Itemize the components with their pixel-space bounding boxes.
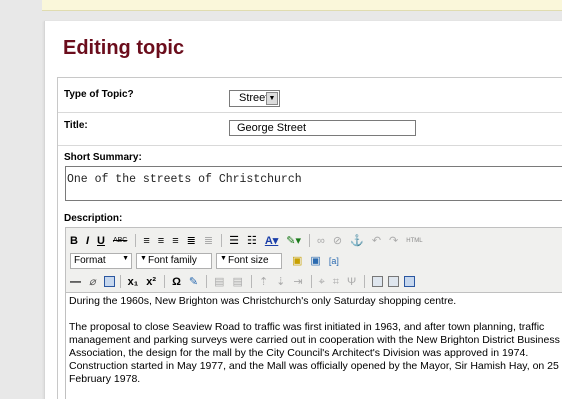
anchor-icon[interactable]: ⚓ [350, 234, 364, 248]
delete-table-icon[interactable]: Ψ [347, 275, 356, 289]
link-icon[interactable]: ∞ [317, 234, 325, 248]
remove-format-icon[interactable]: ⌀ [89, 275, 96, 289]
bold-button[interactable]: B [70, 234, 78, 248]
outdent-icon[interactable]: ≣ [204, 234, 213, 248]
visual-aid-icon[interactable] [103, 276, 115, 287]
font-size-select[interactable]: ▼ Font size [216, 252, 282, 269]
toolbar-divider [309, 234, 311, 247]
editor-content[interactable]: During the 1960s, New Brighton was Chris… [66, 292, 562, 399]
toolbar-divider [206, 275, 208, 288]
description-paragraph: The proposal to close Seaview Road to tr… [69, 321, 560, 385]
select-all-icon[interactable]: [a] [329, 254, 339, 268]
chevron-down-icon[interactable]: ▼ [266, 92, 278, 105]
redo-icon[interactable]: ↷ [389, 234, 398, 248]
font-family-select-label: Font family [148, 254, 197, 266]
top-notice-bar [42, 0, 562, 11]
short-summary-label: Short Summary: [64, 152, 142, 163]
editor-toolbar-row-1: B I U ABC ≡ ≡ ≡ ≣ ≣ ☰ ☷ A▾ ✎▾ ∞ ⊘ ⚓ ↶ ↷ … [66, 230, 562, 251]
row-props-icon[interactable] [372, 276, 384, 287]
table-icon[interactable]: ▤ [214, 275, 224, 289]
toolbar-divider [164, 275, 166, 288]
merge-cell-icon[interactable]: ⌗ [333, 275, 339, 289]
topic-form: Type of Topic? Street ▼ Title: George St… [57, 77, 562, 399]
text-color-icon[interactable]: A▾ [265, 234, 278, 248]
edit-panel: Editing topic Type of Topic? Street ▼ Ti… [44, 21, 562, 399]
fullscreen-icon[interactable] [404, 276, 416, 287]
justify-icon[interactable]: ≣ [187, 234, 196, 248]
chevron-down-icon: ▼ [140, 254, 147, 262]
short-summary-field[interactable]: One of the streets of Christchurch [65, 166, 562, 201]
html-source-button[interactable]: HTML [406, 234, 422, 248]
toolbar-divider [135, 234, 137, 247]
toolbar-divider [221, 234, 223, 247]
format-select[interactable]: Format ▼ [70, 252, 132, 269]
type-of-topic-value: Street [239, 92, 269, 104]
cell-props-icon[interactable] [388, 276, 400, 287]
superscript-button[interactable]: x² [146, 275, 156, 289]
special-character-button[interactable]: Ω [172, 275, 181, 289]
chevron-down-icon: ▼ [220, 254, 227, 262]
format-select-label: Format [74, 254, 106, 266]
divider [58, 112, 562, 113]
toolbar-divider [310, 275, 312, 288]
divider [58, 145, 562, 146]
split-cell-icon[interactable]: ⌖ [319, 275, 325, 289]
description-paragraph: During the 1960s, New Brighton was Chris… [69, 295, 457, 307]
underline-button[interactable]: U [97, 234, 105, 248]
table-props-icon[interactable]: ▤ [233, 275, 243, 289]
unlink-icon[interactable]: ⊘ [333, 234, 342, 248]
delete-row-icon[interactable]: ⇣ [276, 275, 285, 289]
font-size-select-label: Font size [228, 254, 269, 266]
align-right-icon[interactable]: ≡ [172, 234, 178, 248]
toolbar-divider [364, 275, 366, 288]
title-field[interactable]: George Street [229, 120, 416, 136]
chevron-down-icon: ▼ [122, 254, 129, 262]
editor-toolbar-row-3: — ⌀ x₁ x² Ω ✎ ▤ ▤ ⇡ ⇣ ⇥ ⌖ ⌗ Ψ [66, 271, 562, 292]
paste-word-icon[interactable]: ▣ [310, 254, 320, 268]
toolbar-divider [250, 275, 252, 288]
insert-image-icon[interactable]: ✎ [189, 275, 198, 289]
toolbar-divider [119, 275, 121, 288]
italic-button[interactable]: I [86, 234, 89, 248]
font-family-select[interactable]: ▼ Font family [136, 252, 212, 269]
highlight-color-icon[interactable]: ✎▾ [286, 234, 301, 248]
type-of-topic-select[interactable]: Street ▼ [229, 90, 280, 107]
align-left-icon[interactable]: ≡ [143, 234, 149, 248]
bullet-list-icon[interactable]: ☰ [229, 234, 239, 248]
numbered-list-icon[interactable]: ☷ [247, 234, 257, 248]
description-label: Description: [64, 213, 123, 224]
strikethrough-button[interactable]: ABC [113, 234, 127, 248]
insert-row-icon[interactable]: ⇡ [259, 275, 268, 289]
page-title: Editing topic [63, 37, 185, 59]
horizontal-rule-icon[interactable]: — [70, 275, 81, 289]
type-of-topic-label: Type of Topic? [64, 89, 134, 100]
editor-toolbar-row-2: Format ▼ ▼ Font family ▼ Font size ▣ ▣ [a] [66, 250, 562, 271]
undo-icon[interactable]: ↶ [372, 234, 381, 248]
rich-text-editor: B I U ABC ≡ ≡ ≡ ≣ ≣ ☰ ☷ A▾ ✎▾ ∞ ⊘ ⚓ ↶ ↷ … [65, 227, 562, 399]
subscript-button[interactable]: x₁ [128, 275, 139, 289]
paste-text-icon[interactable]: ▣ [292, 254, 302, 268]
title-label: Title: [64, 120, 88, 131]
insert-col-icon[interactable]: ⇥ [293, 275, 302, 289]
align-center-icon[interactable]: ≡ [158, 234, 164, 248]
